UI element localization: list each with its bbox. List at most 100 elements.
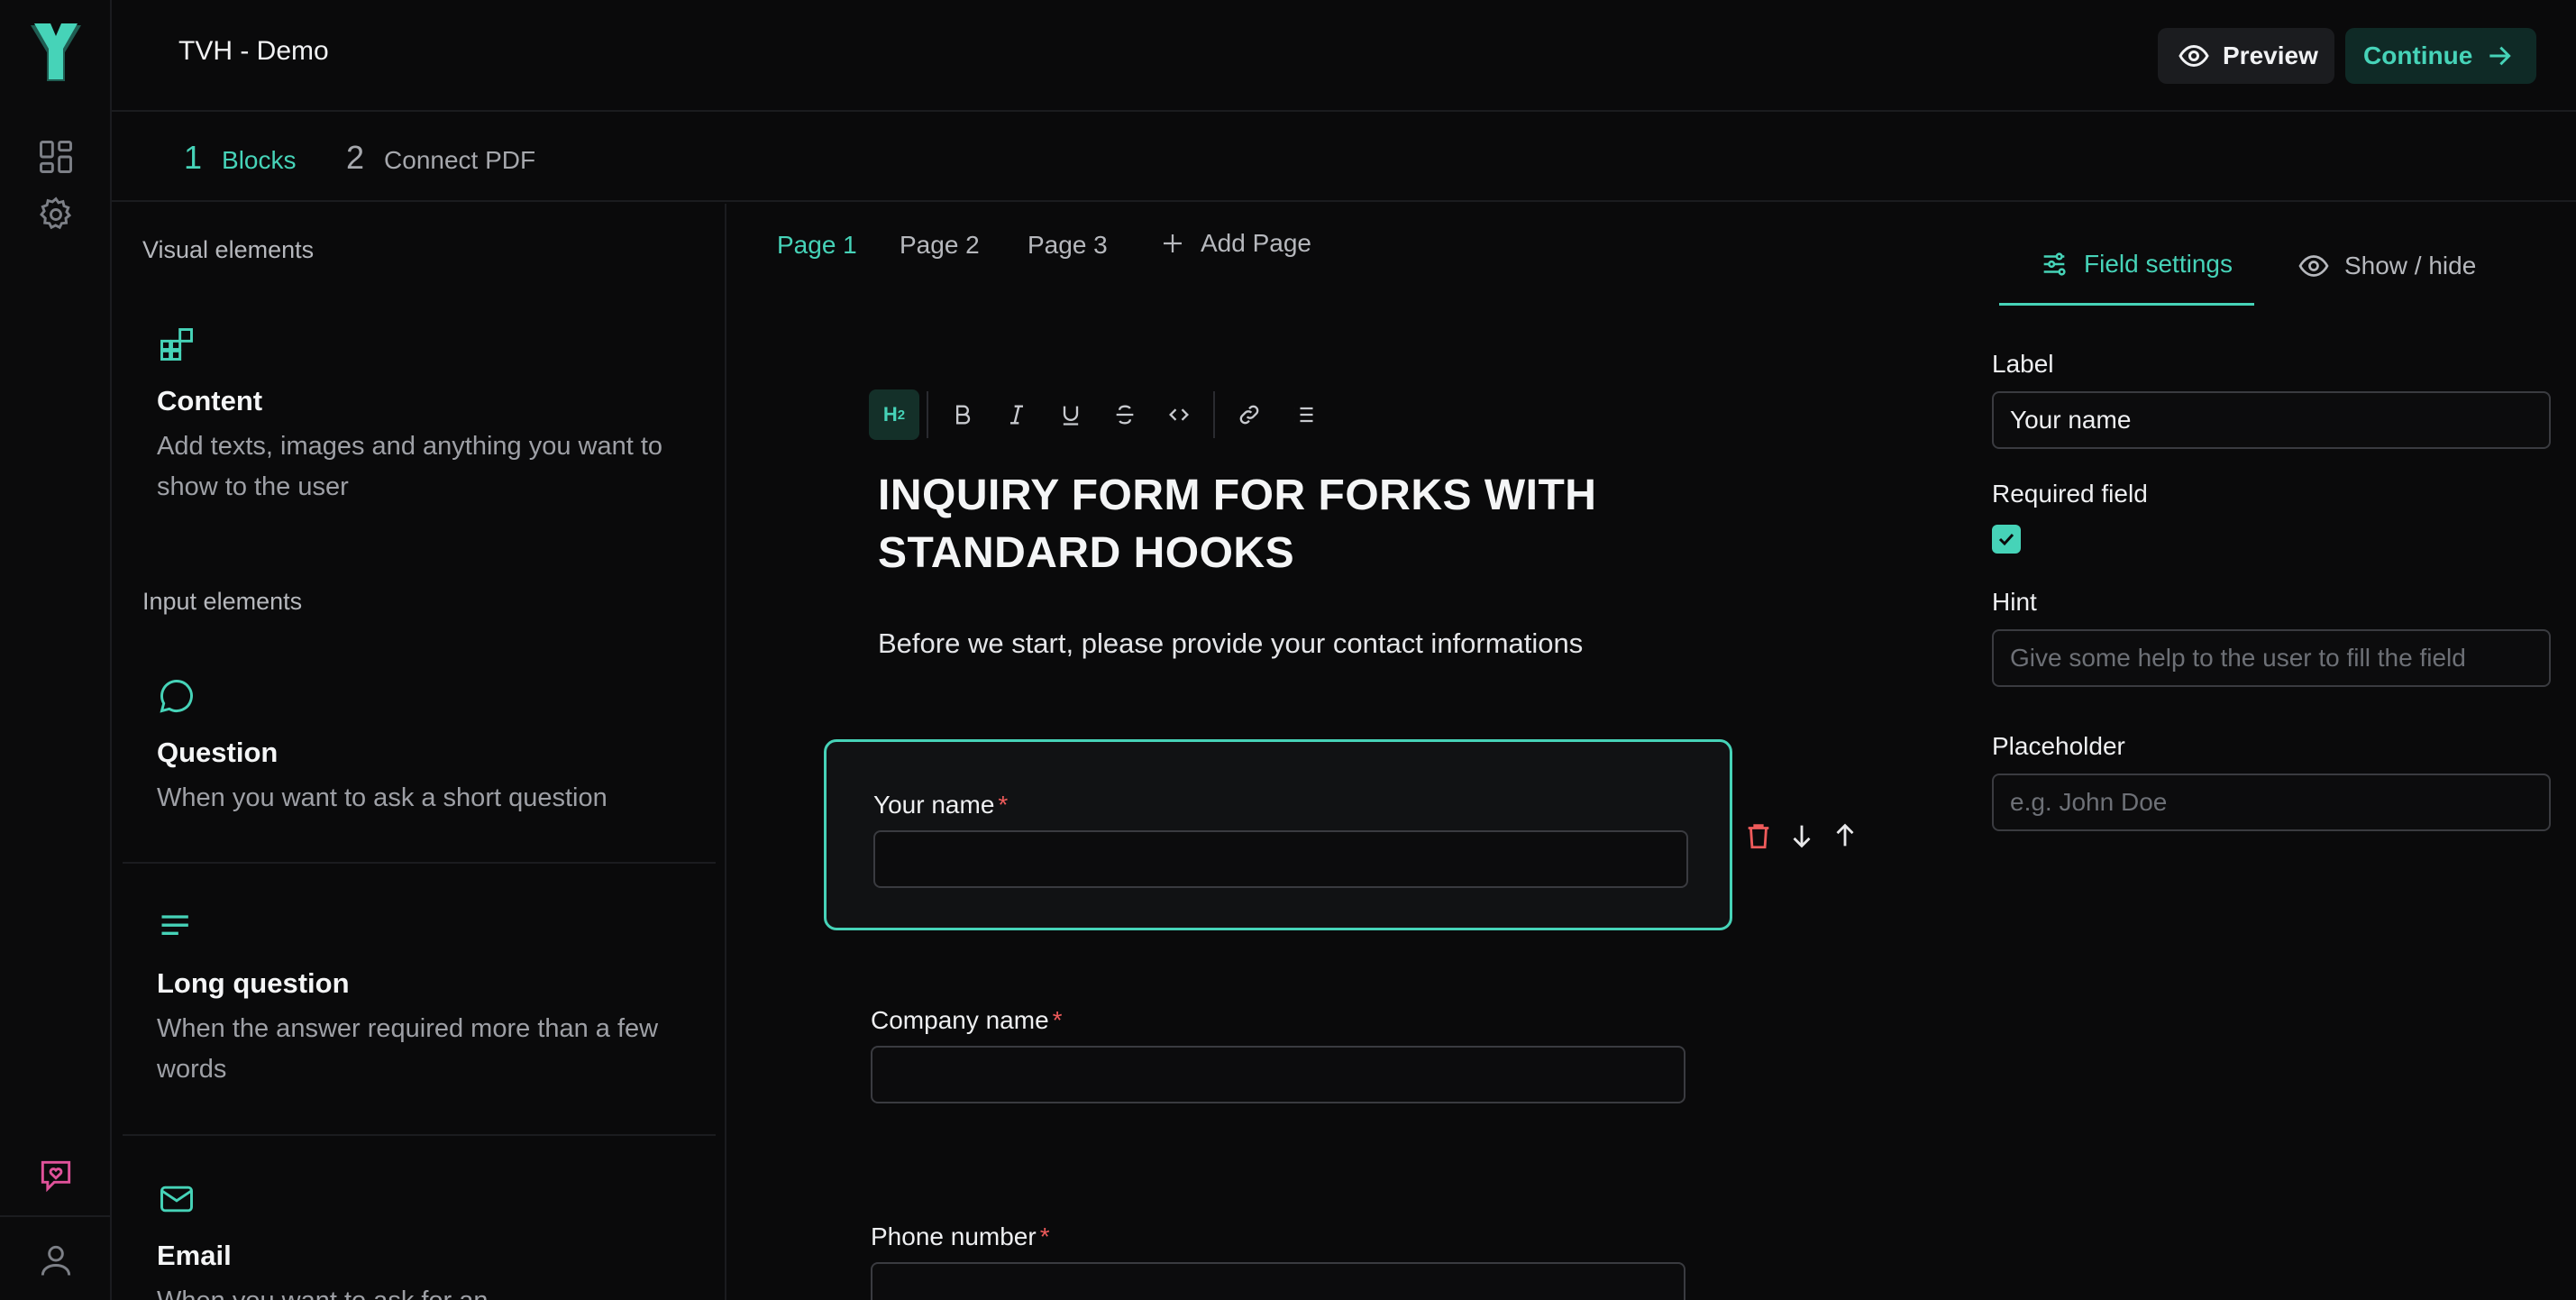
add-page-label: Add Page [1201,229,1311,257]
tab-page-2[interactable]: Page 2 [900,231,980,260]
required-asterisk: * [1052,1006,1063,1034]
label-input[interactable] [1992,391,2551,449]
step-label: Connect PDF [384,146,536,174]
tab-page-1[interactable]: Page 1 [777,231,857,260]
eye-icon [2179,44,2209,68]
block-title: Long question [157,967,350,999]
palette-block-long-question[interactable]: Long question When the answer required m… [157,907,707,1090]
arrow-right-icon [2489,46,2512,66]
trash-icon[interactable] [1743,820,1774,851]
top-header: TVH - Demo Preview Continue [112,0,2576,112]
form-field-phone-number[interactable]: Phone number * [824,1174,1732,1300]
step-label: Blocks [222,146,297,174]
palette-block-email[interactable]: Email When you want to ask for an [157,1179,707,1300]
required-asterisk: * [998,791,1009,819]
field-label: Phone number * [871,1222,1050,1251]
required-checkbox[interactable] [1992,525,2021,554]
code-icon [1169,408,1189,421]
user-icon[interactable] [36,1240,76,1280]
form-field-your-name[interactable]: Your name * [824,739,1732,930]
mail-icon [160,1186,193,1213]
step-number: 1 [184,139,203,176]
palette-divider [123,862,716,864]
field-input-preview[interactable] [873,830,1688,888]
check-icon [1998,533,2014,546]
tab-show-hide-label: Show / hide [2343,251,2477,279]
field-input-preview[interactable] [871,1046,1685,1103]
visual-elements-title: Visual elements [142,236,315,263]
text-format-toolbar: H2 [869,388,1330,442]
required-setting-title: Required field [1992,480,2148,508]
tab-page-3[interactable]: Page 3 [1028,231,1108,260]
hint-setting-title: Hint [1992,588,2037,616]
tab-field-settings[interactable]: Field settings [1999,243,2254,306]
chat-bubble-icon [160,680,193,713]
gear-icon[interactable] [36,195,76,234]
palette-divider [123,1134,716,1136]
add-page-button[interactable]: Add Page [1159,229,1311,258]
block-description: Add texts, images and anything you want … [157,432,663,501]
block-title: Question [157,737,279,768]
rail-divider [0,1215,110,1217]
code-button[interactable] [1152,388,1206,442]
step-connect-pdf[interactable]: 2 Connect PDF [346,139,535,177]
link-icon [1239,405,1259,425]
arrow-down-icon[interactable] [1786,820,1817,851]
heading-2-button[interactable]: H2 [869,389,919,440]
app-logo[interactable] [27,22,85,85]
underline-button[interactable] [1044,388,1098,442]
bold-button[interactable] [936,388,990,442]
field-label-text: Company name [871,1006,1049,1034]
continue-button-label: Continue [2363,41,2473,69]
blocks-icon [160,328,193,361]
block-title: Email [157,1240,232,1271]
toolbar-divider [1213,391,1215,438]
tab-show-hide[interactable]: Show / hide [2254,243,2498,306]
required-asterisk: * [1039,1222,1050,1250]
toolbar-divider [927,391,928,438]
list-icon [1294,407,1313,423]
sliders-icon [2043,252,2066,276]
step-blocks[interactable]: 1 Blocks [184,139,297,177]
continue-button[interactable]: Continue [2345,28,2536,84]
arrow-up-icon[interactable] [1830,820,1860,851]
preview-button-label: Preview [2223,41,2318,69]
bullet-list-button[interactable] [1276,388,1330,442]
palette-block-content[interactable]: Content Add texts, images and anything y… [157,325,707,508]
strikethrough-icon [1116,405,1134,425]
field-label: Company name * [871,1006,1063,1035]
hint-input[interactable] [1992,629,2551,687]
form-editor: Page 1 Page 2 Page 3 Add Page H2 INQUIRY… [728,204,1961,1300]
field-settings-panel: Field settings Show / hide Label Require… [1963,204,2576,1300]
label-setting-title: Label [1992,350,2054,378]
block-title: Content [157,385,263,417]
placeholder-input[interactable] [1992,774,2551,831]
tab-field-settings-label: Field settings [2084,250,2233,278]
dashboard-icon[interactable] [36,137,76,177]
form-intro-text[interactable]: Before we start, please provide your con… [878,627,1583,660]
block-description: When the answer required more than a few… [157,1014,659,1084]
block-description: When you want to ask for an [157,1281,698,1300]
form-heading[interactable]: INQUIRY FORM FOR FORKS WITH STANDARD HOO… [878,467,1689,582]
field-input-preview[interactable] [871,1262,1685,1300]
bold-icon [956,405,971,425]
underline-icon [1063,406,1079,426]
input-elements-title: Input elements [142,588,303,615]
field-label-text: Your name [873,791,995,819]
block-palette: Visual elements Content Add texts, image… [114,204,726,1300]
feedback-heart-icon[interactable] [36,1156,76,1195]
eye-icon [2298,254,2329,277]
form-field-company-name[interactable]: Company name * [824,957,1732,1149]
italic-icon [1010,405,1023,425]
side-rail [0,0,112,1300]
heading-level: 2 [897,407,906,423]
palette-block-question[interactable]: Question When you want to ask a short qu… [157,676,707,819]
italic-button[interactable] [990,388,1044,442]
block-description: When you want to ask a short question [157,783,607,812]
document-title[interactable]: TVH - Demo [178,36,329,67]
settings-tabs: Field settings Show / hide [1999,243,2498,306]
field-actions [1743,820,1860,851]
preview-button[interactable]: Preview [2158,28,2334,84]
link-button[interactable] [1222,388,1276,442]
strikethrough-button[interactable] [1098,388,1152,442]
